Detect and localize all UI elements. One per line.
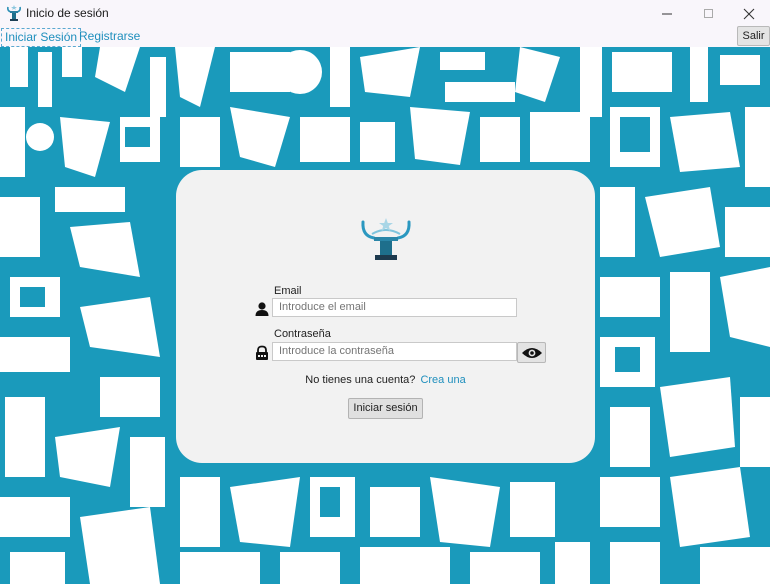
menu-bar: Iniciar Sesión Registrarse [0, 27, 770, 47]
minimize-button[interactable] [644, 0, 690, 27]
app-logo-icon [7, 5, 21, 21]
lock-icon [256, 345, 268, 360]
close-icon [743, 8, 755, 19]
logo-icon [361, 218, 411, 260]
login-card: Email Contraseña No tienes una cuenta? C… [176, 170, 595, 463]
password-label: Contraseña [274, 328, 331, 340]
menu-register-link[interactable]: Registrarse [76, 28, 143, 45]
create-account-link[interactable]: Crea una [420, 374, 465, 386]
email-input[interactable] [272, 298, 517, 317]
no-account-text: No tienes una cuenta? [305, 374, 416, 386]
close-button[interactable] [726, 0, 770, 27]
maximize-icon [704, 8, 713, 18]
password-input[interactable] [272, 342, 517, 361]
show-password-button[interactable] [517, 342, 546, 363]
login-button[interactable]: Iniciar sesión [348, 398, 423, 419]
signup-row: No tienes una cuenta? Crea una [176, 374, 595, 386]
menu-login-link[interactable]: Iniciar Sesión [1, 28, 82, 47]
window-title: Inicio de sesión [26, 6, 109, 20]
email-label: Email [274, 285, 302, 297]
exit-button[interactable]: Salir [737, 26, 770, 46]
minimize-icon [662, 13, 672, 14]
eye-icon [521, 347, 542, 358]
title-bar: Inicio de sesión [0, 0, 770, 27]
user-icon [255, 302, 269, 316]
